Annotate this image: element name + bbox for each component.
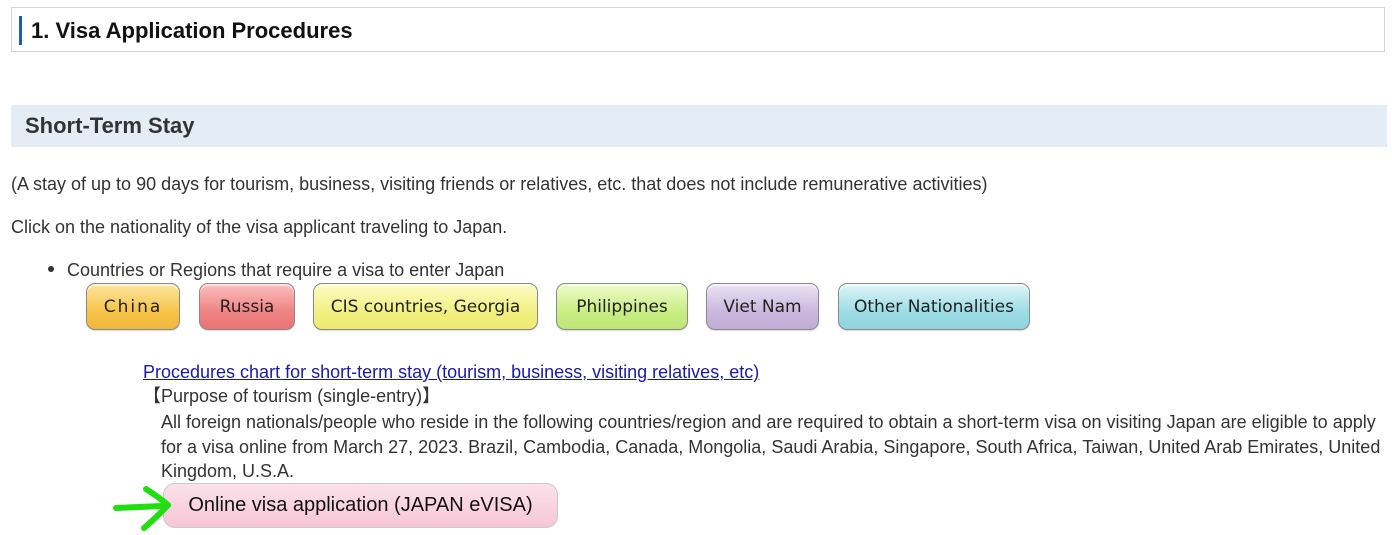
nationality-button-china[interactable]: China xyxy=(86,283,180,330)
bullet-dot-icon xyxy=(48,266,54,273)
evisa-eligibility-text: All foreign nationals/people who reside … xyxy=(161,412,1381,481)
instruction-text: Click on the nationality of the visa app… xyxy=(11,217,508,237)
purpose-heading: 【Purpose of tourism (single-entry)】 xyxy=(143,386,441,406)
procedures-chart-link[interactable]: Procedures chart for short-term stay (to… xyxy=(143,361,759,383)
nationality-button-other[interactable]: Other Nationalities xyxy=(838,283,1030,330)
nationality-button-russia[interactable]: Russia xyxy=(199,283,295,330)
subsection-title: Short-Term Stay xyxy=(25,113,195,138)
section-title: 1. Visa Application Procedures xyxy=(31,18,353,43)
nationality-button-philippines[interactable]: Philippines xyxy=(556,283,688,330)
bullet-text: Countries or Regions that require a visa… xyxy=(67,260,505,280)
heading-accent-bar xyxy=(19,16,22,45)
green-arrow-icon xyxy=(113,486,171,531)
bullet-item: Countries or Regions that require a visa… xyxy=(48,259,504,281)
online-visa-application-button[interactable]: Online visa application (JAPAN eVISA) xyxy=(163,483,558,528)
stay-note: (A stay of up to 90 days for tourism, bu… xyxy=(11,174,988,194)
subsection-heading: Short-Term Stay xyxy=(11,105,1387,147)
nationality-button-viet-nam[interactable]: Viet Nam xyxy=(706,283,819,330)
nationality-button-cis-georgia[interactable]: CIS countries, Georgia xyxy=(313,283,538,330)
section-heading: 1. Visa Application Procedures xyxy=(11,7,1385,52)
